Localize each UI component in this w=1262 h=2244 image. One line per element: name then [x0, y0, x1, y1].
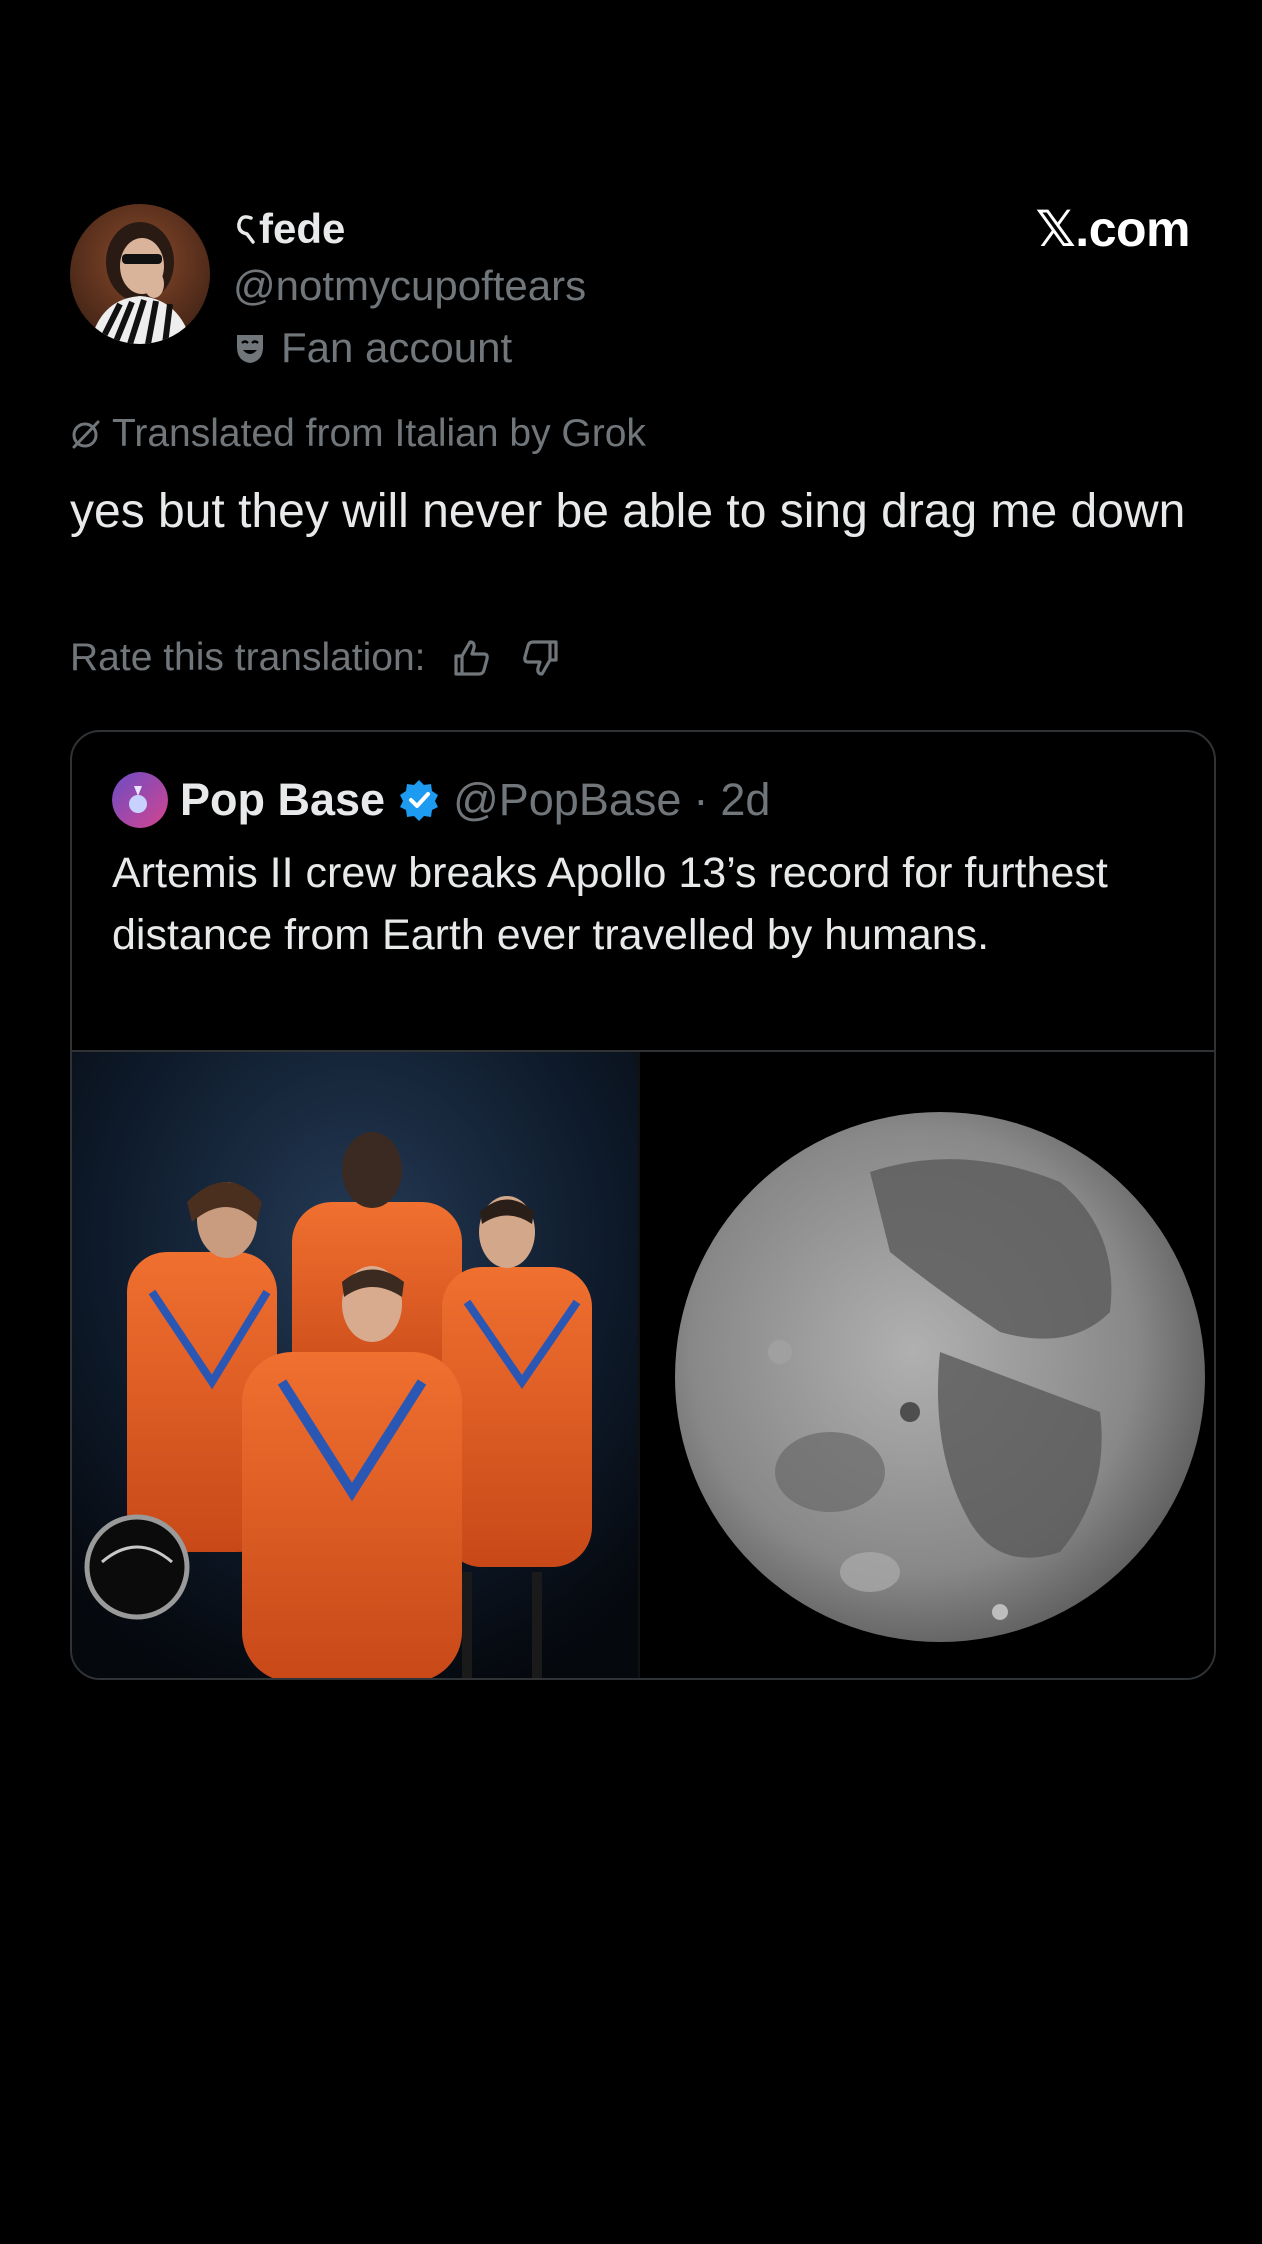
fan-account-badge: Fan account: [233, 318, 586, 378]
author-info: fede @notmycupoftears Fan account: [233, 204, 586, 378]
author-display-name[interactable]: fede: [233, 204, 586, 254]
quoted-timestamp[interactable]: 2d: [720, 774, 770, 826]
rate-translation-label: Rate this translation:: [70, 636, 426, 679]
popbase-avatar[interactable]: [112, 772, 168, 828]
quoted-tweet-card[interactable]: Pop Base @PopBase · 2d Artemis II crew b…: [70, 730, 1216, 1680]
tweet-header: fede @notmycupoftears Fan account 𝕏.com: [70, 201, 1191, 374]
quoted-tweet-header: Pop Base @PopBase · 2d: [112, 772, 770, 828]
author-handle[interactable]: @notmycupoftears: [233, 256, 586, 316]
quoted-tweet-text: Artemis II crew breaks Apollo 13’s recor…: [112, 849, 1108, 959]
quoted-media[interactable]: [72, 1050, 1214, 1678]
moon-photo[interactable]: [638, 1052, 1214, 1678]
grok-icon: [72, 420, 100, 449]
quoted-author-name[interactable]: Pop Base: [180, 774, 385, 826]
author-avatar[interactable]: [70, 204, 210, 344]
display-name-text: fede: [259, 205, 346, 252]
hook-emoji-icon: [237, 215, 255, 244]
tweet-text: yes but they will never be able to sing …: [70, 485, 1186, 538]
dot-separator: ·: [693, 774, 709, 825]
translation-notice: Translated from Italian by Grok: [70, 412, 646, 456]
fan-account-label: Fan account: [281, 324, 513, 371]
drama-mask-icon: [237, 335, 263, 363]
translation-label: Translated from Italian by Grok: [112, 412, 646, 455]
thumbs-down-icon[interactable]: [518, 636, 562, 680]
rate-translation-row: Rate this translation:: [70, 636, 562, 680]
astronaut-crew-photo[interactable]: [72, 1052, 638, 1678]
quoted-author-handle[interactable]: @PopBase: [453, 774, 681, 826]
verified-badge-icon: [400, 780, 439, 821]
x-com-logo: 𝕏.com: [1035, 201, 1191, 257]
thumbs-up-icon[interactable]: [450, 636, 494, 680]
